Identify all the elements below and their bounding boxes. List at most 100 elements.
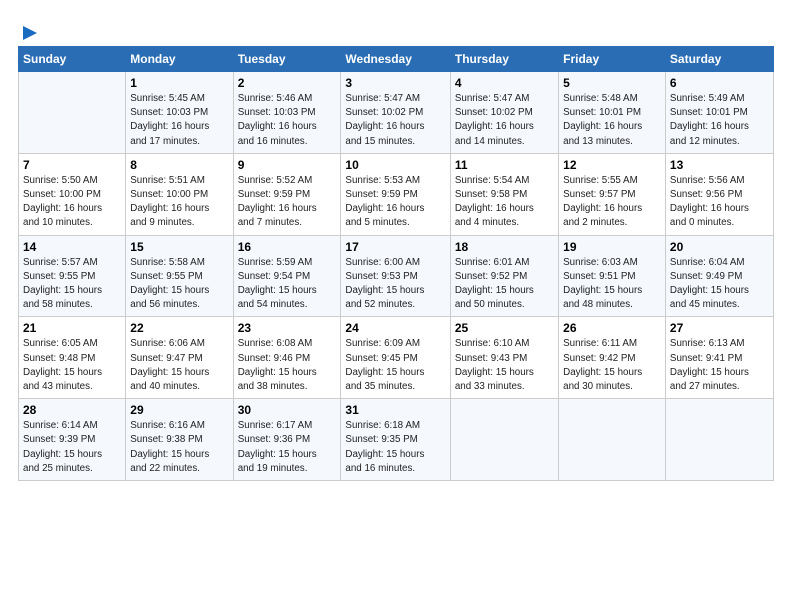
calendar-cell: 17 Sunrise: 6:00 AMSunset: 9:53 PMDayligh… xyxy=(341,235,450,317)
day-number: 6 xyxy=(670,76,769,90)
calendar-table: SundayMondayTuesdayWednesdayThursdayFrid… xyxy=(18,46,774,481)
calendar-cell: 10Sunrise: 5:53 AMSunset: 9:59 PMDayligh… xyxy=(341,153,450,235)
day-number: 2 xyxy=(238,76,337,90)
cell-info: Sunrise: 5:47 AMSunset: 10:02 PMDaylight… xyxy=(455,92,554,149)
day-number: 15 xyxy=(130,240,228,254)
cell-info: Sunrise: 6:06 AMSunset: 9:47 PMDaylight:… xyxy=(130,337,228,394)
cell-info: Sunrise: 6:10 AMSunset: 9:43 PMDaylight:… xyxy=(455,337,554,394)
calendar-cell: 19 Sunrise: 6:03 AMSunset: 9:51 PMDayligh… xyxy=(559,235,666,317)
cell-info: Sunrise: 6:11 AMSunset: 9:42 PMDaylight:… xyxy=(563,337,661,394)
day-number: 1 xyxy=(130,76,228,90)
calendar-cell: 4 Sunrise: 5:47 AMSunset: 10:02 PMDayligh… xyxy=(450,72,558,154)
day-number: 24 xyxy=(345,321,445,335)
cell-info: Sunrise: 6:03 AMSunset: 9:51 PMDaylight:… xyxy=(563,256,661,313)
header: General xyxy=(18,18,774,38)
calendar-week-row: 21 Sunrise: 6:05 AMSunset: 9:48 PMDayligh… xyxy=(19,317,774,399)
calendar-cell: 23 Sunrise: 6:08 AMSunset: 9:46 PMDayligh… xyxy=(233,317,341,399)
day-number: 13 xyxy=(670,158,769,172)
calendar-cell xyxy=(450,399,558,481)
day-number: 25 xyxy=(455,321,554,335)
logo-full xyxy=(18,22,41,38)
calendar-cell: 30Sunrise: 6:17 AMSunset: 9:36 PMDayligh… xyxy=(233,399,341,481)
cell-info: Sunrise: 5:48 AMSunset: 10:01 PMDaylight… xyxy=(563,92,661,149)
calendar-cell: 14 Sunrise: 5:57 AMSunset: 9:55 PMDayligh… xyxy=(19,235,126,317)
cell-info: Sunrise: 5:53 AMSunset: 9:59 PMDaylight:… xyxy=(345,174,445,231)
day-number: 9 xyxy=(238,158,337,172)
calendar-cell xyxy=(559,399,666,481)
cell-info: Sunrise: 5:50 AMSunset: 10:00 PMDaylight… xyxy=(23,174,121,231)
weekday-header: Thursday xyxy=(450,47,558,72)
calendar-cell: 21 Sunrise: 6:05 AMSunset: 9:48 PMDayligh… xyxy=(19,317,126,399)
cell-info: Sunrise: 6:17 AMSunset: 9:36 PMDaylight:… xyxy=(238,419,337,476)
day-number: 19 xyxy=(563,240,661,254)
calendar-cell: 7 Sunrise: 5:50 AMSunset: 10:00 PMDayligh… xyxy=(19,153,126,235)
cell-info: Sunrise: 5:45 AMSunset: 10:03 PMDaylight… xyxy=(130,92,228,149)
cell-info: Sunrise: 5:46 AMSunset: 10:03 PMDaylight… xyxy=(238,92,337,149)
day-number: 31 xyxy=(345,403,445,417)
day-number: 12 xyxy=(563,158,661,172)
calendar-cell: 6 Sunrise: 5:49 AMSunset: 10:01 PMDayligh… xyxy=(665,72,773,154)
logo-triangle-icon xyxy=(19,22,41,44)
calendar-cell: 31 Sunrise: 6:18 AMSunset: 9:35 PMDayligh… xyxy=(341,399,450,481)
calendar-cell: 1 Sunrise: 5:45 AMSunset: 10:03 PMDayligh… xyxy=(126,72,233,154)
calendar-cell: 22 Sunrise: 6:06 AMSunset: 9:47 PMDayligh… xyxy=(126,317,233,399)
weekday-header: Friday xyxy=(559,47,666,72)
day-number: 17 xyxy=(345,240,445,254)
calendar-week-row: 7 Sunrise: 5:50 AMSunset: 10:00 PMDayligh… xyxy=(19,153,774,235)
cell-info: Sunrise: 6:14 AMSunset: 9:39 PMDaylight:… xyxy=(23,419,121,476)
calendar-cell: 26 Sunrise: 6:11 AMSunset: 9:42 PMDayligh… xyxy=(559,317,666,399)
cell-info: Sunrise: 6:18 AMSunset: 9:35 PMDaylight:… xyxy=(345,419,445,476)
calendar-cell: 18Sunrise: 6:01 AMSunset: 9:52 PMDayligh… xyxy=(450,235,558,317)
cell-info: Sunrise: 6:09 AMSunset: 9:45 PMDaylight:… xyxy=(345,337,445,394)
cell-info: Sunrise: 6:05 AMSunset: 9:48 PMDaylight:… xyxy=(23,337,121,394)
day-number: 27 xyxy=(670,321,769,335)
day-number: 23 xyxy=(238,321,337,335)
weekday-header: Wednesday xyxy=(341,47,450,72)
calendar-cell: 11 Sunrise: 5:54 AMSunset: 9:58 PMDayligh… xyxy=(450,153,558,235)
calendar-cell: 24 Sunrise: 6:09 AMSunset: 9:45 PMDayligh… xyxy=(341,317,450,399)
calendar-cell: 3Sunrise: 5:47 AMSunset: 10:02 PMDayligh… xyxy=(341,72,450,154)
calendar-cell: 20Sunrise: 6:04 AMSunset: 9:49 PMDayligh… xyxy=(665,235,773,317)
cell-info: Sunrise: 5:58 AMSunset: 9:55 PMDaylight:… xyxy=(130,256,228,313)
calendar-cell: 2 Sunrise: 5:46 AMSunset: 10:03 PMDayligh… xyxy=(233,72,341,154)
cell-info: Sunrise: 5:55 AMSunset: 9:57 PMDaylight:… xyxy=(563,174,661,231)
day-number: 14 xyxy=(23,240,121,254)
calendar-week-row: 28 Sunrise: 6:14 AMSunset: 9:39 PMDayligh… xyxy=(19,399,774,481)
calendar-cell xyxy=(665,399,773,481)
calendar-week-row: 14 Sunrise: 5:57 AMSunset: 9:55 PMDayligh… xyxy=(19,235,774,317)
day-number: 16 xyxy=(238,240,337,254)
day-number: 4 xyxy=(455,76,554,90)
day-number: 5 xyxy=(563,76,661,90)
weekday-header-row: SundayMondayTuesdayWednesdayThursdayFrid… xyxy=(19,47,774,72)
cell-info: Sunrise: 5:54 AMSunset: 9:58 PMDaylight:… xyxy=(455,174,554,231)
day-number: 21 xyxy=(23,321,121,335)
day-number: 11 xyxy=(455,158,554,172)
calendar-cell xyxy=(19,72,126,154)
day-number: 8 xyxy=(130,158,228,172)
day-number: 26 xyxy=(563,321,661,335)
calendar-cell: 5 Sunrise: 5:48 AMSunset: 10:01 PMDayligh… xyxy=(559,72,666,154)
calendar-cell: 12 Sunrise: 5:55 AMSunset: 9:57 PMDayligh… xyxy=(559,153,666,235)
cell-info: Sunrise: 5:52 AMSunset: 9:59 PMDaylight:… xyxy=(238,174,337,231)
cell-info: Sunrise: 5:59 AMSunset: 9:54 PMDaylight:… xyxy=(238,256,337,313)
day-number: 28 xyxy=(23,403,121,417)
cell-info: Sunrise: 6:00 AMSunset: 9:53 PMDaylight:… xyxy=(345,256,445,313)
cell-info: Sunrise: 6:04 AMSunset: 9:49 PMDaylight:… xyxy=(670,256,769,313)
weekday-header: Tuesday xyxy=(233,47,341,72)
day-number: 22 xyxy=(130,321,228,335)
calendar-cell: 29Sunrise: 6:16 AMSunset: 9:38 PMDayligh… xyxy=(126,399,233,481)
cell-info: Sunrise: 5:51 AMSunset: 10:00 PMDaylight… xyxy=(130,174,228,231)
calendar-container: General SundayMondayTuesdayWedn xyxy=(0,0,792,491)
cell-info: Sunrise: 6:08 AMSunset: 9:46 PMDaylight:… xyxy=(238,337,337,394)
cell-info: Sunrise: 5:49 AMSunset: 10:01 PMDaylight… xyxy=(670,92,769,149)
day-number: 7 xyxy=(23,158,121,172)
day-number: 3 xyxy=(345,76,445,90)
calendar-cell: 16 Sunrise: 5:59 AMSunset: 9:54 PMDayligh… xyxy=(233,235,341,317)
weekday-header: Monday xyxy=(126,47,233,72)
cell-info: Sunrise: 5:57 AMSunset: 9:55 PMDaylight:… xyxy=(23,256,121,313)
cell-info: Sunrise: 6:01 AMSunset: 9:52 PMDaylight:… xyxy=(455,256,554,313)
calendar-cell: 13 Sunrise: 5:56 AMSunset: 9:56 PMDayligh… xyxy=(665,153,773,235)
weekday-header: Saturday xyxy=(665,47,773,72)
cell-info: Sunrise: 5:56 AMSunset: 9:56 PMDaylight:… xyxy=(670,174,769,231)
calendar-cell: 15 Sunrise: 5:58 AMSunset: 9:55 PMDayligh… xyxy=(126,235,233,317)
